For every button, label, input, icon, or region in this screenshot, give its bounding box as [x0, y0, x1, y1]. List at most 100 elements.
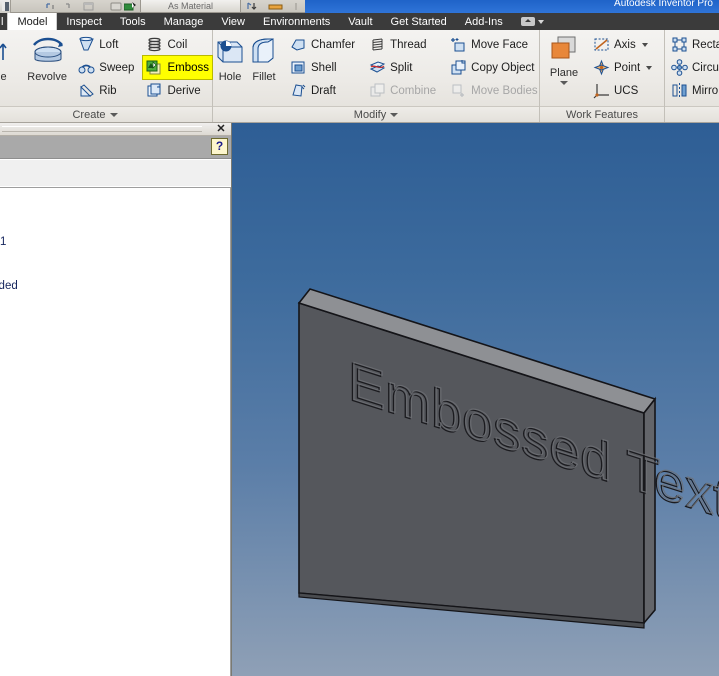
combine-button: Combine	[366, 79, 439, 102]
browser-tree-item-1[interactable]: 1	[0, 236, 6, 248]
emboss-button[interactable]: Emboss	[142, 55, 213, 80]
extrude-button[interactable]: de	[0, 30, 23, 104]
tab-manage[interactable]: Manage	[155, 13, 213, 30]
pattern-small-col: Recta Circu Mirro	[668, 30, 719, 102]
emboss-icon	[146, 59, 163, 76]
move-face-button[interactable]: Move Face	[447, 33, 540, 56]
help-icon[interactable]: ?	[211, 138, 228, 155]
3d-viewport[interactable]: Embossed Text Embossed Text	[231, 123, 719, 676]
axis-icon	[593, 36, 610, 53]
quick-access-strip: As Material Autodesk Inventor Pro	[0, 0, 719, 13]
appearance-icon[interactable]	[110, 1, 122, 12]
tab-model[interactable]: Model	[7, 13, 58, 30]
axis-label: Axis	[614, 38, 636, 51]
ucs-button[interactable]: UCS	[590, 79, 655, 102]
tab-get-started[interactable]: Get Started	[382, 13, 456, 30]
inventor-window: { "window": { "title": "Autodesk Invento…	[0, 0, 719, 676]
window-title: Autodesk Inventor Pro	[614, 0, 713, 9]
emboss-label: Emboss	[167, 61, 209, 74]
panel-work-features-title[interactable]: Work Features	[540, 106, 664, 122]
shell-icon	[290, 59, 307, 76]
redo-icon[interactable]	[60, 1, 71, 12]
panel-modify-title[interactable]: Modify	[213, 106, 539, 122]
close-icon[interactable]: ✕	[214, 123, 228, 136]
chamfer-button[interactable]: Chamfer	[287, 33, 358, 56]
derive-button[interactable]: Derive	[143, 79, 212, 102]
more-icon[interactable]	[292, 1, 303, 12]
chevron-down-icon[interactable]	[646, 65, 653, 70]
tab-environments[interactable]: Environments	[254, 13, 339, 30]
revolve-button[interactable]: Revolve	[23, 30, 71, 104]
browser-drag-grip[interactable]	[2, 126, 202, 132]
tab-view[interactable]: View	[212, 13, 254, 30]
loft-button[interactable]: Loft	[75, 33, 137, 56]
split-label: Split	[390, 61, 413, 74]
circular-pattern-button[interactable]: Circu	[668, 56, 719, 79]
hole-label: Hole	[218, 71, 242, 83]
derive-label: Derive	[167, 84, 201, 97]
panel-pattern-title[interactable]: Patte	[665, 106, 719, 122]
tab-vault[interactable]: Vault	[339, 13, 381, 30]
rib-label: Rib	[99, 84, 117, 97]
application-menu-button[interactable]	[0, 0, 11, 13]
model-tree[interactable]: 1 lded	[0, 187, 231, 676]
thread-icon	[369, 36, 386, 53]
chamfer-icon	[290, 36, 307, 53]
browser-toolbar: ?	[0, 136, 231, 159]
ribbon-minimize-icon	[521, 17, 535, 26]
hole-icon	[213, 34, 247, 68]
material-dropdown[interactable]: As Material	[140, 0, 241, 13]
tab-add-ins[interactable]: Add-Ins	[456, 13, 512, 30]
thread-label: Thread	[390, 38, 427, 51]
extrude-icon	[0, 34, 17, 68]
shell-button[interactable]: Shell	[287, 56, 358, 79]
combine-icon	[369, 82, 386, 99]
chevron-down-icon[interactable]	[641, 42, 648, 47]
fillet-button[interactable]: Fillet	[247, 30, 281, 104]
loft-label: Loft	[99, 38, 119, 51]
rectangular-pattern-button[interactable]: Recta	[668, 33, 719, 56]
tab-tools[interactable]: Tools	[111, 13, 155, 30]
plane-label: Plane	[549, 67, 579, 79]
loft-icon	[78, 36, 95, 53]
update-icon[interactable]	[246, 1, 257, 12]
thread-button[interactable]: Thread	[366, 33, 439, 56]
rectangular-pattern-label: Recta	[692, 38, 719, 51]
rib-button[interactable]: Rib	[75, 79, 137, 102]
hole-button[interactable]: Hole	[213, 30, 247, 104]
mirror-button[interactable]: Mirro	[668, 79, 719, 102]
move-bodies-button: Move Bodies	[447, 79, 540, 102]
color-swatch-icon[interactable]	[268, 1, 284, 12]
modify-small-col-2: Thread Split Combine	[366, 30, 439, 102]
point-button[interactable]: Point	[590, 56, 655, 79]
ribbon-tab-bar: l Model Inspect Tools Manage View Enviro…	[0, 13, 719, 30]
panel-work-features-title-label: Work Features	[566, 109, 638, 121]
sweep-button[interactable]: Sweep	[75, 56, 137, 79]
plate-right-face	[643, 396, 656, 626]
mirror-label: Mirro	[692, 84, 719, 97]
split-button[interactable]: Split	[366, 56, 439, 79]
move-face-icon	[450, 36, 467, 53]
coil-button[interactable]: Coil	[143, 33, 212, 56]
browser-tree-item-2[interactable]: lded	[0, 280, 18, 292]
combine-label: Combine	[390, 84, 437, 97]
browser-title-bar[interactable]: ✕	[0, 123, 231, 136]
grid-icon[interactable]	[83, 1, 94, 12]
chevron-down-icon[interactable]	[560, 81, 568, 85]
panel-create-title[interactable]: Create	[0, 106, 212, 122]
ucs-label: UCS	[614, 84, 639, 97]
copy-object-button[interactable]: Copy Object	[447, 56, 540, 79]
axis-button[interactable]: Axis	[590, 33, 655, 56]
ribbon-display-options[interactable]	[521, 15, 551, 28]
tab-clipped[interactable]: l	[0, 13, 7, 30]
fillet-label: Fillet	[252, 71, 276, 83]
undo-icon[interactable]	[45, 1, 56, 12]
draft-icon	[290, 82, 307, 99]
create-small-col-1: Loft Sweep Rib	[75, 30, 137, 102]
chevron-down-icon	[109, 113, 118, 117]
plane-button[interactable]: Plane	[540, 30, 588, 104]
tab-inspect[interactable]: Inspect	[57, 13, 110, 30]
mirror-icon	[671, 82, 688, 99]
material-icon[interactable]	[124, 1, 136, 12]
draft-button[interactable]: Draft	[287, 79, 358, 102]
